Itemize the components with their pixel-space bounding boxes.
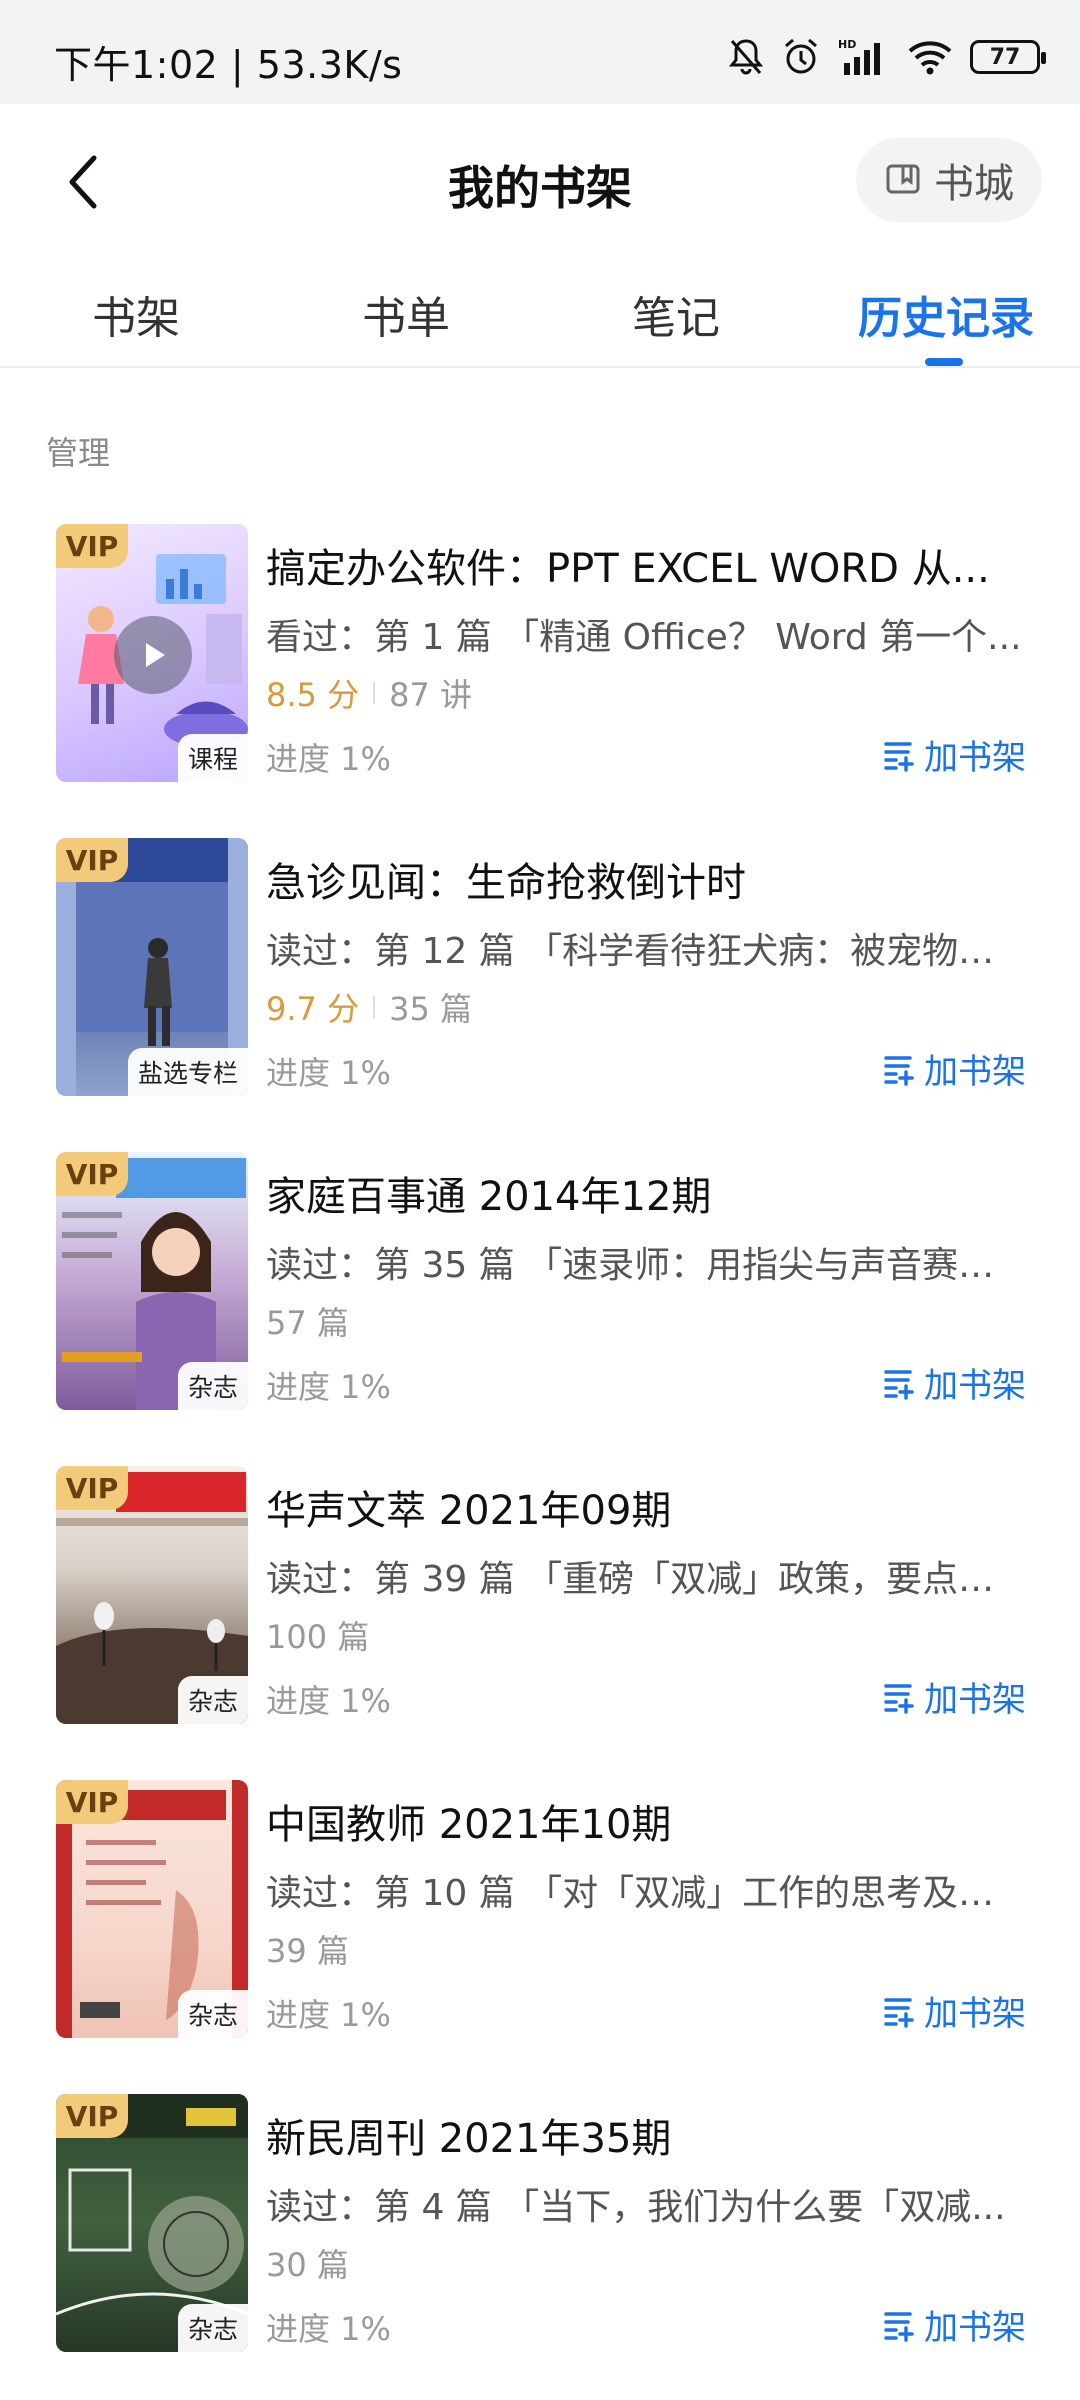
tab-booklist[interactable]: 书单 <box>362 282 450 346</box>
add-to-shelf-button[interactable]: 加书架 <box>882 1672 1026 1721</box>
vip-badge: VIP <box>56 524 128 568</box>
item-title: 华声文萃 2021年09期 <box>266 1488 672 1534</box>
item-last-read: 读过：第 12 篇 「科学看待狂犬病：被宠物咬... <box>266 931 1026 972</box>
add-to-shelf-button[interactable]: 加书架 <box>882 2300 1026 2349</box>
item-meta: 100 篇 <box>266 1612 369 1658</box>
content-type-badge: 课程 <box>177 734 248 782</box>
book-cover[interactable]: VIP 课程 <box>56 524 248 782</box>
item-count: 100 篇 <box>266 1618 370 1656</box>
page-header: 我的书架 书城 <box>0 104 1080 254</box>
tab-notes[interactable]: 笔记 <box>632 282 720 346</box>
content-type-badge: 盐选专栏 <box>127 1048 248 1096</box>
add-to-shelf-button[interactable]: 加书架 <box>882 1358 1026 1407</box>
item-last-read: 看过：第 1 篇 「精通 Office？ Word 第一个... <box>266 617 1022 658</box>
book-cover[interactable]: VIP 杂志 <box>56 2094 248 2352</box>
item-title: 搞定办公软件：PPT EXCEL WORD 从... <box>266 546 990 592</box>
vip-badge: VIP <box>56 2094 128 2138</box>
item-count: 87 讲 <box>389 676 472 714</box>
item-count: 57 篇 <box>266 1304 349 1342</box>
item-meta: 9.7 分 35 篇 <box>266 984 472 1030</box>
item-progress: 进度 1% <box>266 740 391 778</box>
vip-badge: VIP <box>56 838 128 882</box>
item-meta: 30 篇 <box>266 2240 349 2286</box>
item-title: 新民周刊 2021年35期 <box>266 2116 672 2162</box>
list-item[interactable]: VIP 杂志 家庭百事通 2014年12期 读过：第 35 篇 「速录师：用指尖… <box>0 1148 1080 1462</box>
vip-badge: VIP <box>56 1466 128 1510</box>
list-item[interactable]: VIP 杂志 新民周刊 2021年35期 读过：第 4 篇 「当下，我们为什么要… <box>0 2090 1080 2400</box>
add-to-shelf-button[interactable]: 加书架 <box>882 1044 1026 1093</box>
item-score: 8.5 分 <box>266 676 360 714</box>
list-item[interactable]: VIP 课程 搞定办公软件：PPT EXCEL WORD 从... 看过：第 1… <box>0 520 1080 834</box>
bookstore-button[interactable]: 书城 <box>856 138 1042 222</box>
item-meta: 8.5 分 87 讲 <box>266 670 472 716</box>
mute-bell-icon <box>728 37 764 77</box>
status-icons: HD 77 <box>728 34 1046 80</box>
alarm-icon <box>782 37 820 77</box>
add-shelf-icon <box>884 1997 914 2028</box>
item-title: 中国教师 2021年10期 <box>266 1802 672 1848</box>
add-to-shelf-label: 加书架 <box>924 1366 1026 1406</box>
item-meta: 39 篇 <box>266 1926 349 1972</box>
book-cover[interactable]: VIP 盐选专栏 <box>56 838 248 1096</box>
item-title: 急诊见闻：生命抢救倒计时 <box>266 860 746 906</box>
vip-badge: VIP <box>56 1780 128 1824</box>
add-shelf-icon <box>884 1683 914 1714</box>
item-count: 39 篇 <box>266 1932 349 1970</box>
item-count: 35 篇 <box>389 990 472 1028</box>
battery-icon: 77 <box>970 40 1046 74</box>
item-last-read: 读过：第 4 篇 「当下，我们为什么要「双减... <box>266 2187 1006 2228</box>
item-score: 9.7 分 <box>266 990 360 1028</box>
add-to-shelf-label: 加书架 <box>924 1680 1026 1720</box>
item-last-read: 读过：第 39 篇 「重磅「双减」政策，要点有... <box>266 1559 1026 1600</box>
signal-hd-icon: HD <box>838 37 890 77</box>
add-shelf-icon <box>884 1369 914 1400</box>
item-last-read: 读过：第 35 篇 「速录师：用指尖与声音赛跑」 <box>266 1245 1026 1286</box>
add-to-shelf-button[interactable]: 加书架 <box>882 1986 1026 2035</box>
item-progress: 进度 1% <box>266 1996 391 2034</box>
status-bar: 下午1:02 | 53.3K/s HD 77 <box>0 0 1080 104</box>
svg-text:HD: HD <box>838 38 856 51</box>
book-cover[interactable]: VIP 杂志 <box>56 1780 248 2038</box>
tab-history[interactable]: 历史记录 <box>858 282 1034 346</box>
item-count: 30 篇 <box>266 2246 349 2284</box>
content-type-badge: 杂志 <box>177 1990 248 2038</box>
item-progress: 进度 1% <box>266 1054 391 1092</box>
tab-bookshelf[interactable]: 书架 <box>92 282 180 346</box>
item-progress: 进度 1% <box>266 2310 391 2348</box>
tab-bar: 书架 书单 笔记 历史记录 <box>0 254 1080 368</box>
divider <box>373 996 376 1018</box>
item-last-read: 读过：第 10 篇 「对「双减」工作的思考及展... <box>266 1873 1026 1914</box>
manage-button[interactable]: 管理 <box>46 428 110 474</box>
vip-badge: VIP <box>56 1152 128 1196</box>
content-type-badge: 杂志 <box>177 1676 248 1724</box>
history-list: VIP 课程 搞定办公软件：PPT EXCEL WORD 从... 看过：第 1… <box>0 520 1080 2400</box>
add-to-shelf-label: 加书架 <box>924 738 1026 778</box>
book-icon <box>886 164 920 194</box>
play-icon <box>114 616 192 694</box>
book-cover[interactable]: VIP 杂志 <box>56 1152 248 1410</box>
add-to-shelf-label: 加书架 <box>924 1052 1026 1092</box>
add-to-shelf-button[interactable]: 加书架 <box>882 730 1026 779</box>
add-shelf-icon <box>884 741 914 772</box>
item-progress: 进度 1% <box>266 1682 391 1720</box>
item-progress: 进度 1% <box>266 1368 391 1406</box>
book-cover[interactable]: VIP 杂志 <box>56 1466 248 1724</box>
content-type-badge: 杂志 <box>177 1362 248 1410</box>
list-item[interactable]: VIP 盐选专栏 急诊见闻：生命抢救倒计时 读过：第 12 篇 「科学看待狂犬病… <box>0 834 1080 1148</box>
tab-active-indicator <box>925 358 963 366</box>
bookstore-label: 书城 <box>934 161 1014 207</box>
divider <box>373 682 376 704</box>
add-shelf-icon <box>884 2311 914 2342</box>
item-meta: 57 篇 <box>266 1298 349 1344</box>
status-time-speed: 下午1:02 | 53.3K/s <box>54 43 403 87</box>
add-to-shelf-label: 加书架 <box>924 1994 1026 2034</box>
add-to-shelf-label: 加书架 <box>924 2308 1026 2348</box>
wifi-icon <box>908 37 952 77</box>
content-type-badge: 杂志 <box>177 2304 248 2352</box>
list-item[interactable]: VIP 杂志 中国教师 2021年10期 读过：第 10 篇 「对「双减」工作的… <box>0 1776 1080 2090</box>
list-item[interactable]: VIP 杂志 华声文萃 2021年09期 读过：第 39 篇 「重磅「双减」政策… <box>0 1462 1080 1776</box>
add-shelf-icon <box>884 1055 914 1086</box>
item-title: 家庭百事通 2014年12期 <box>266 1174 712 1220</box>
